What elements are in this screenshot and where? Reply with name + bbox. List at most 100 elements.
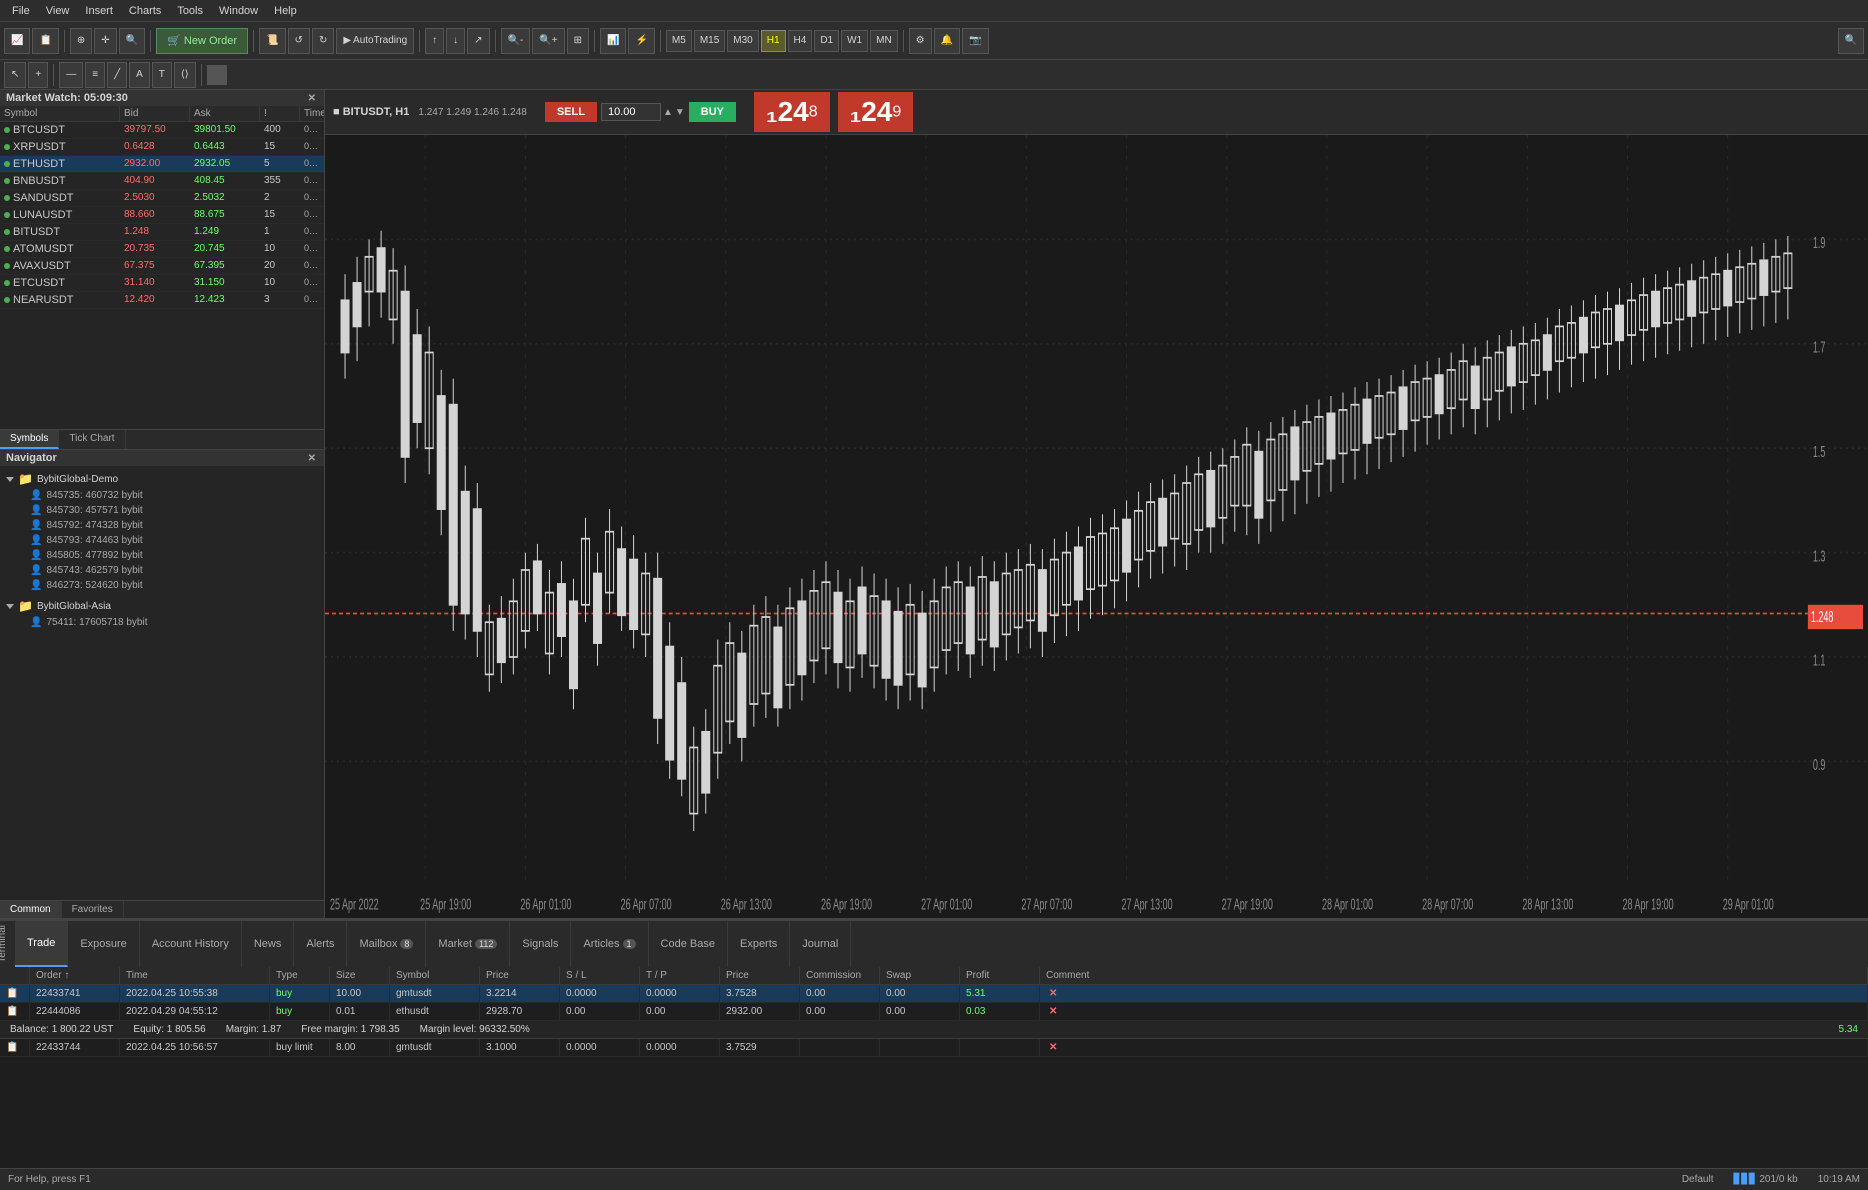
nav-child-demo-0[interactable]: 👤845735: 460732 bybit — [2, 488, 322, 503]
mw-row-bnbusdt[interactable]: BNBUSDT 404.90 408.45 355 05:09:27 — [0, 173, 324, 190]
nav-child-asia-1[interactable]: 👤 75411: 17605718 bybit — [2, 615, 322, 630]
mw-row-lunausdt[interactable]: LUNAUSDT 88.660 88.675 15 05:09:29 — [0, 207, 324, 224]
mw-row-nearusdt[interactable]: NEARUSDT 12.420 12.423 3 05:09:30 — [0, 292, 324, 309]
label-draw-btn[interactable]: T — [152, 62, 172, 88]
zoom-out-btn[interactable]: 🔍- — [501, 28, 531, 54]
new-order-btn[interactable]: 🛒 New Order — [156, 28, 248, 54]
history-btn[interactable]: 📜 — [259, 28, 285, 54]
mw-tab-tick[interactable]: Tick Chart — [59, 430, 125, 449]
trade-amount-input[interactable] — [601, 103, 661, 121]
tf-m30[interactable]: M30 — [727, 30, 758, 52]
tab-news[interactable]: News — [242, 921, 295, 967]
settings-btn[interactable]: ⚙ — [909, 28, 932, 54]
nav-group-header-demo[interactable]: 📁 BybitGlobal-Demo — [2, 470, 322, 488]
amount-arrow-down[interactable]: ▼ — [675, 107, 685, 118]
tab-experts[interactable]: Experts — [728, 921, 790, 967]
mw-row-etcusdt[interactable]: ETCUSDT 31.140 31.150 10 05:09:28 — [0, 275, 324, 292]
market-watch-close[interactable]: ✕ — [306, 93, 318, 104]
pending-close[interactable]: ✕ — [1040, 1039, 1868, 1056]
back-btn[interactable]: ↺ — [288, 28, 310, 54]
buy-price-display[interactable]: ₁249 — [838, 92, 914, 132]
order-row-2[interactable]: 📋 22444086 2022.04.29 04:55:12 buy 0.01 … — [0, 1003, 1868, 1021]
amount-arrow-up[interactable]: ▲ — [663, 107, 673, 118]
nav-tab-favorites[interactable]: Favorites — [62, 901, 124, 918]
pending-order-row[interactable]: 📋 22433744 2022.04.25 10:56:57 buy limit… — [0, 1039, 1868, 1057]
menu-insert[interactable]: Insert — [77, 3, 121, 19]
tf-h1[interactable]: H1 — [761, 30, 786, 52]
diagonal-btn[interactable]: ↗ — [467, 28, 489, 54]
chart-down-btn[interactable]: ↓ — [446, 28, 465, 54]
zoom-btn[interactable]: 🔍 — [119, 28, 145, 54]
tab-code-base[interactable]: Code Base — [649, 921, 728, 967]
terminal-tab[interactable]: Terminal — [0, 921, 10, 967]
new-chart-btn[interactable]: 📈 — [4, 28, 30, 54]
order-row-1[interactable]: 📋 22433741 2022.04.25 10:55:38 buy 10.00… — [0, 985, 1868, 1003]
crosshair-btn[interactable]: ✛ — [94, 28, 116, 54]
menu-charts[interactable]: Charts — [121, 3, 169, 19]
menu-tools[interactable]: Tools — [169, 3, 211, 19]
order-close-1[interactable]: ✕ — [1040, 985, 1868, 1002]
screenshot-btn[interactable]: 📷 — [962, 28, 988, 54]
tf-d1[interactable]: D1 — [814, 30, 839, 52]
menu-view[interactable]: View — [38, 3, 78, 19]
sell-button[interactable]: SELL — [545, 102, 597, 122]
tf-m15[interactable]: M15 — [694, 30, 725, 52]
nav-child-demo-5[interactable]: 👤845743: 462579 bybit — [2, 563, 322, 578]
grid-btn[interactable]: ⊞ — [567, 28, 589, 54]
cursor-btn[interactable]: ⊕ — [70, 28, 92, 54]
mw-row-sandusdt[interactable]: SANDUSDT 2.5030 2.5032 2 05:09:21 — [0, 190, 324, 207]
menu-file[interactable]: File — [4, 3, 38, 19]
tab-market[interactable]: Market 112 — [426, 921, 510, 967]
indicator-btn[interactable]: 📊 — [600, 28, 626, 54]
nav-tab-common[interactable]: Common — [0, 901, 62, 918]
autotrading-btn[interactable]: ▶ AutoTrading — [336, 28, 414, 54]
nav-child-demo-2[interactable]: 👤845792: 474328 bybit — [2, 518, 322, 533]
menu-window[interactable]: Window — [211, 3, 266, 19]
tab-journal[interactable]: Journal — [790, 921, 851, 967]
buy-button[interactable]: BUY — [689, 102, 736, 122]
mw-row-xrpusdt[interactable]: XRPUSDT 0.6428 0.6443 15 05:09:00 — [0, 139, 324, 156]
diagonal-draw-btn[interactable]: ╱ — [107, 62, 127, 88]
mw-tab-symbols[interactable]: Symbols — [0, 430, 59, 449]
alerts-btn[interactable]: 🔔 — [934, 28, 960, 54]
nav-child-demo-4[interactable]: 👤845805: 477892 bybit — [2, 548, 322, 563]
mw-row-avaxusdt[interactable]: AVAXUSDT 67.375 67.395 20 05:09:28 — [0, 258, 324, 275]
search-btn[interactable]: 🔍 — [1838, 28, 1864, 54]
strategy-btn[interactable]: ⚡ — [628, 28, 654, 54]
cursor-draw-btn[interactable]: ↖ — [4, 62, 26, 88]
nav-child-demo-6[interactable]: 👤846273: 524620 bybit — [2, 578, 322, 593]
line-draw-btn[interactable]: — — [59, 62, 83, 88]
nav-group-header-asia[interactable]: 📁 BybitGlobal-Asia — [2, 597, 322, 615]
plus-draw-btn[interactable]: + — [28, 62, 48, 88]
tf-mn[interactable]: MN — [870, 30, 898, 52]
text-draw-btn[interactable]: A — [129, 62, 150, 88]
fibo-draw-btn[interactable]: ⟨⟩ — [174, 62, 196, 88]
chart-up-btn[interactable]: ↑ — [425, 28, 444, 54]
tf-m5[interactable]: M5 — [666, 30, 692, 52]
sell-price-display[interactable]: ₁248 — [754, 92, 830, 132]
zoom-in-btn[interactable]: 🔍+ — [532, 28, 564, 54]
tab-articles[interactable]: Articles 1 — [571, 921, 648, 967]
tab-mailbox[interactable]: Mailbox 8 — [347, 921, 426, 967]
navigator-close[interactable]: ✕ — [306, 453, 318, 464]
nav-child-demo-3[interactable]: 👤845793: 474463 bybit — [2, 533, 322, 548]
tab-signals[interactable]: Signals — [510, 921, 571, 967]
mw-row-atomusdt[interactable]: ATOMUSDT 20.735 20.745 10 05:09:26 — [0, 241, 324, 258]
nav-child-demo-1[interactable]: 👤845730: 457571 bybit — [2, 503, 322, 518]
mw-row-ethusdt[interactable]: ETHUSDT 2932.00 2932.05 5 05:09:25 — [0, 156, 324, 173]
tab-account-history[interactable]: Account History — [140, 921, 242, 967]
reload-btn[interactable]: ↻ — [312, 28, 334, 54]
tab-trade[interactable]: Trade — [15, 921, 68, 967]
chart-canvas[interactable]: 25 Apr 2022 25 Apr 19:00 26 Apr 01:00 26… — [325, 135, 1868, 918]
order-close-2[interactable]: ✕ — [1040, 1003, 1868, 1020]
tf-w1[interactable]: W1 — [841, 30, 868, 52]
menu-help[interactable]: Help — [266, 3, 305, 19]
mw-row-bitusdt[interactable]: BITUSDT 1.248 1.249 1 05:09:12 — [0, 224, 324, 241]
tab-alerts[interactable]: Alerts — [294, 921, 347, 967]
mw-row-btcusdt[interactable]: BTCUSDT 39797.50 39801.50 400 05:09:29 — [0, 122, 324, 139]
hline-draw-btn[interactable]: ≡ — [85, 62, 105, 88]
template-btn[interactable]: 📋 — [32, 28, 58, 54]
color-draw-btn[interactable] — [207, 65, 227, 85]
tf-h4[interactable]: H4 — [788, 30, 813, 52]
tab-exposure[interactable]: Exposure — [68, 921, 139, 967]
